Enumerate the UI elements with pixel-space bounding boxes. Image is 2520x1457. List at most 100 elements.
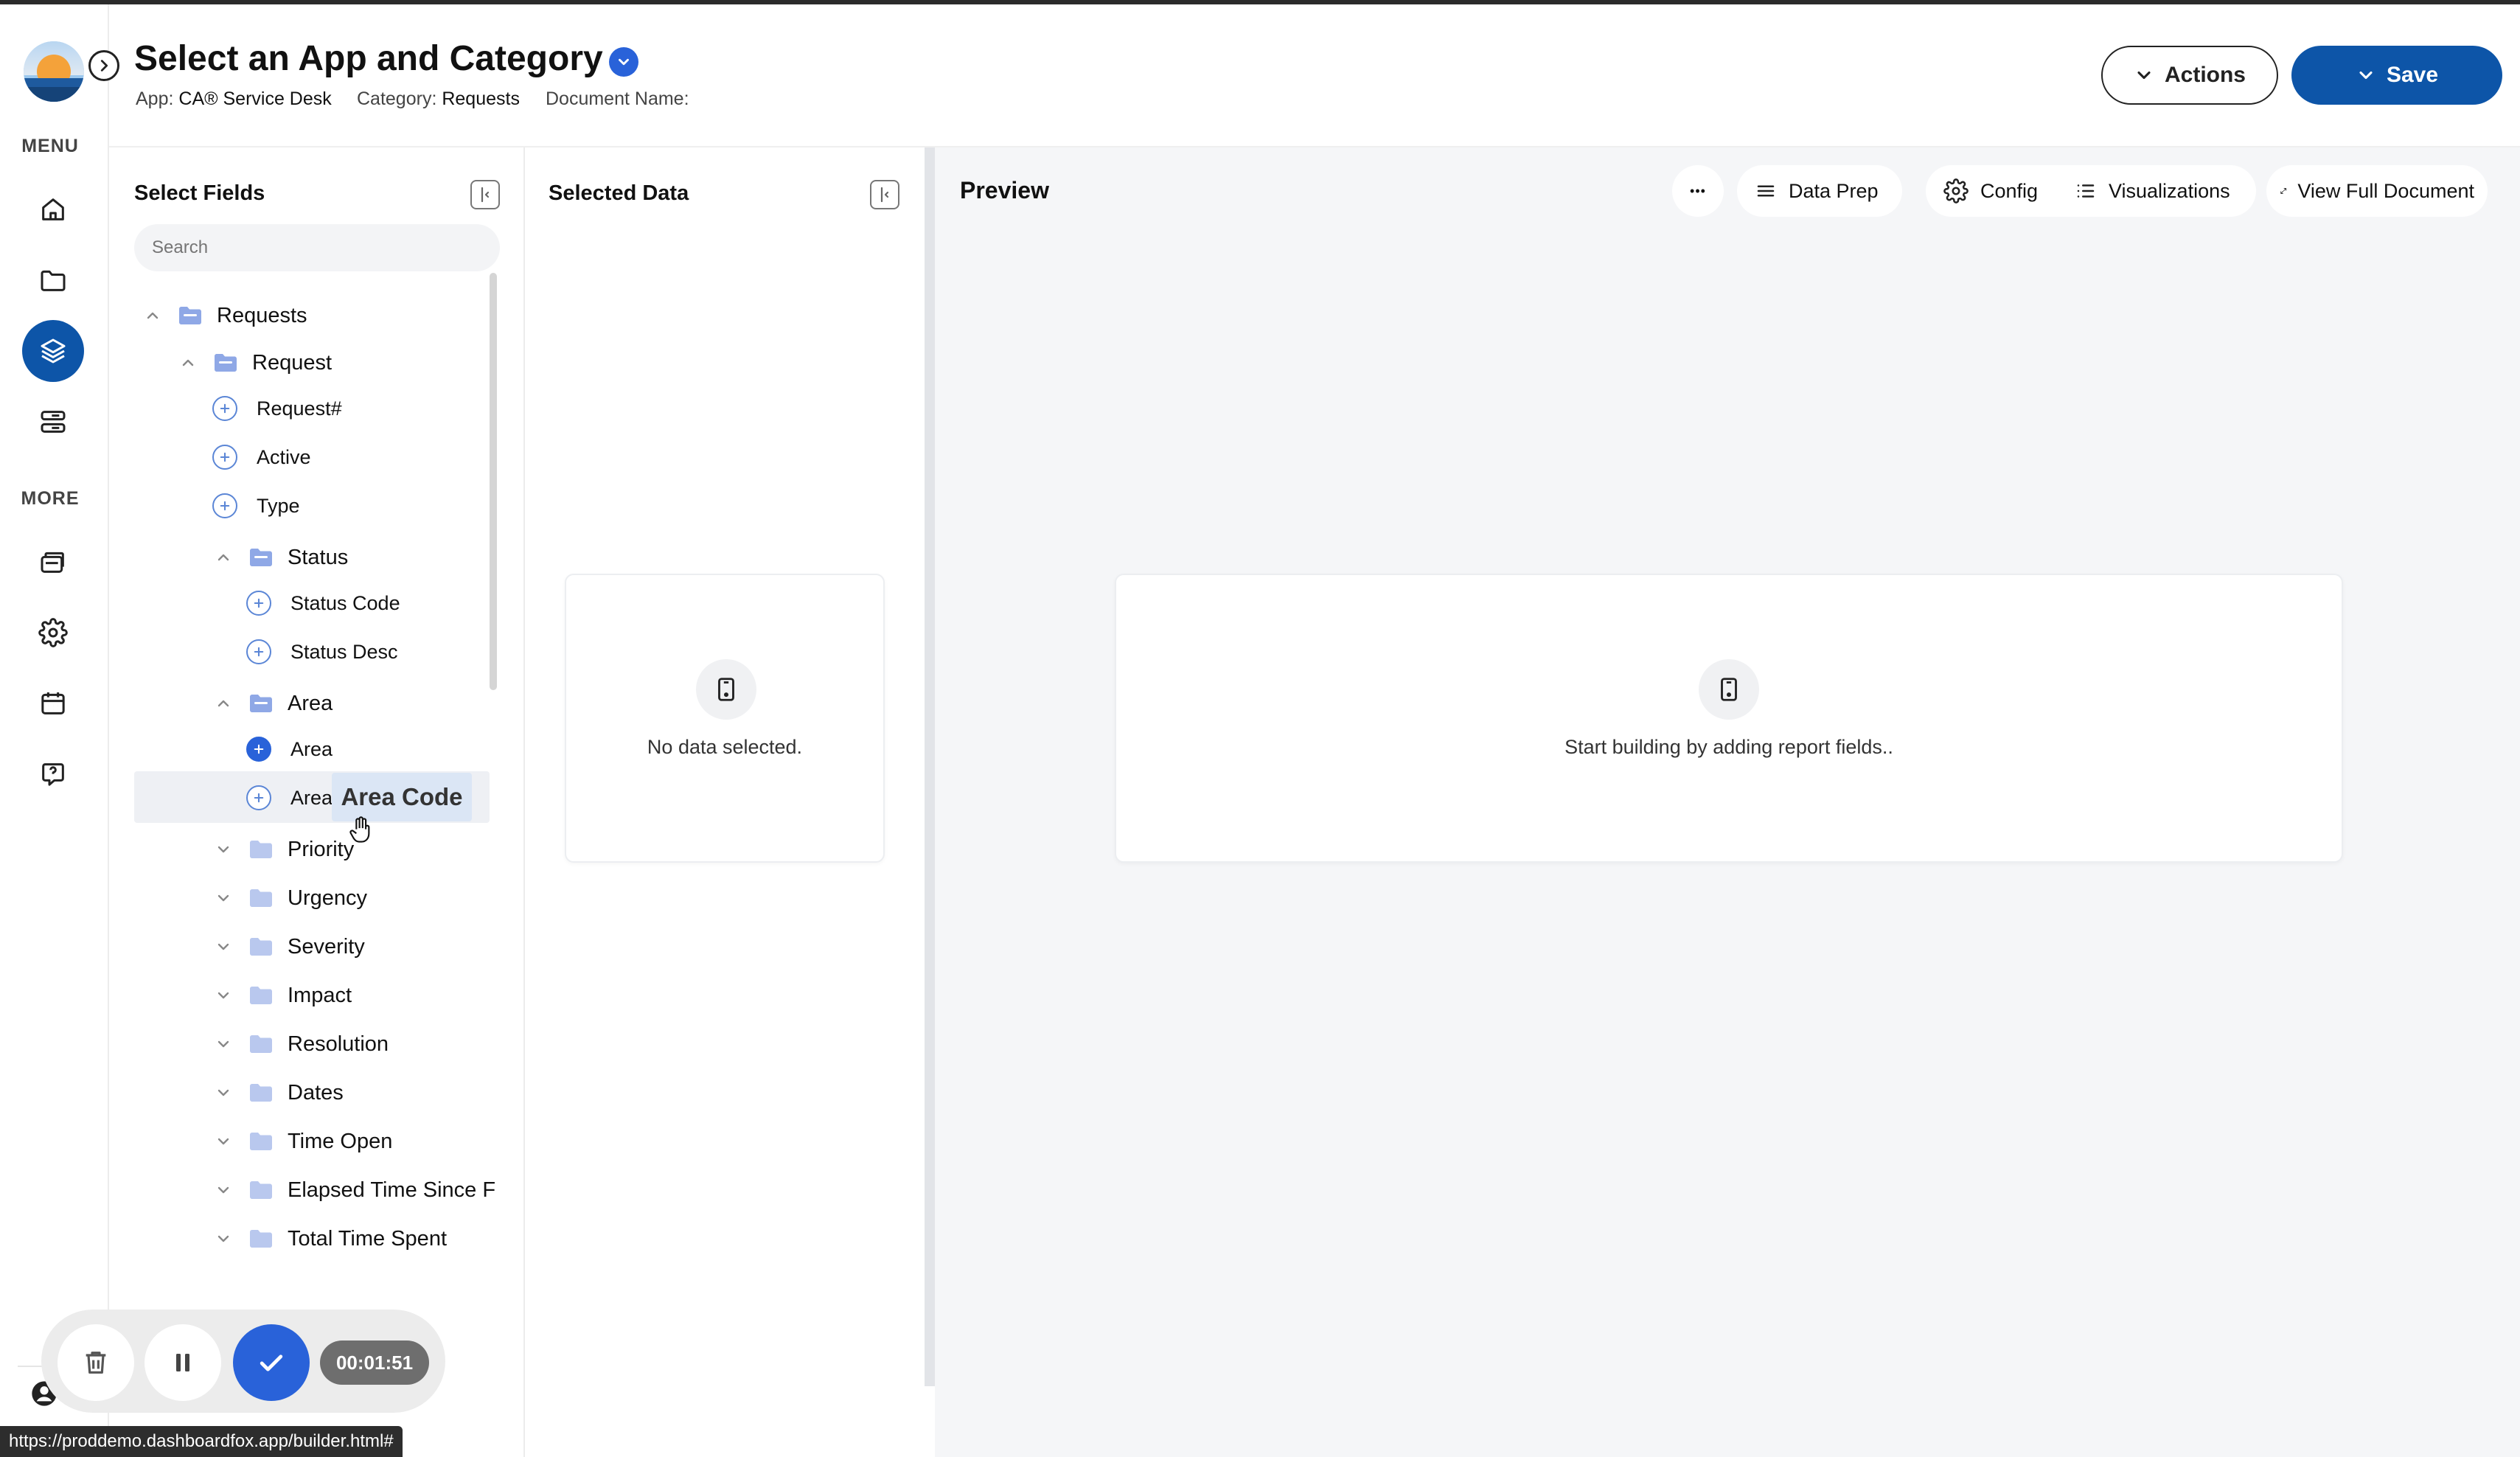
tree-item-label: Severity <box>288 934 365 959</box>
tree-folder-row[interactable]: Priority <box>214 827 354 872</box>
nav-home[interactable] <box>22 178 84 240</box>
tree-folder-row[interactable]: Requests <box>143 293 307 338</box>
preview-title: Preview <box>960 177 1049 204</box>
recorder-pause-button[interactable] <box>145 1324 221 1401</box>
grab-cursor-icon <box>349 816 370 843</box>
tree-folder-row[interactable]: Request <box>178 341 332 385</box>
collapse-select-fields-button[interactable] <box>470 180 500 209</box>
device-icon <box>718 678 734 701</box>
chevron-down-icon[interactable] <box>214 1034 233 1054</box>
nav-dashboards[interactable] <box>22 531 84 593</box>
tree-field-row[interactable]: Status Desc <box>246 630 398 674</box>
gear-icon <box>1943 178 1969 204</box>
meta-app: App: CA® Service Desk <box>136 88 332 110</box>
view-full-document-button[interactable]: View Full Document <box>2266 165 2488 217</box>
trash-icon <box>86 1352 106 1374</box>
chevron-down-icon[interactable] <box>214 1180 233 1200</box>
nav-schedules[interactable] <box>22 672 84 734</box>
nav-settings[interactable] <box>22 602 84 664</box>
add-field-icon[interactable] <box>246 785 271 810</box>
collapse-selected-data-button[interactable] <box>870 180 899 209</box>
panel-resize-handle[interactable] <box>925 147 935 1386</box>
chevron-right-icon <box>100 60 108 72</box>
tree-field-row[interactable]: Status Code <box>246 581 400 625</box>
chevron-down-icon[interactable] <box>214 937 233 956</box>
tree-field-row[interactable]: Active <box>212 435 311 479</box>
tree-item-label: Active <box>257 445 311 468</box>
empty-state-icon-wrapper <box>696 659 756 720</box>
list-icon <box>2077 184 2095 198</box>
tree-folder-row[interactable]: Total Time Spent <box>214 1217 447 1261</box>
chevron-up-icon[interactable] <box>214 694 233 713</box>
save-button[interactable]: Save <box>2291 46 2502 105</box>
expand-arrows-icon <box>2280 188 2287 194</box>
drag-preview: Area Code <box>332 773 472 821</box>
tree-item-label: Status <box>288 545 349 569</box>
app-logo[interactable] <box>24 41 84 102</box>
tree-field-row[interactable]: Type <box>212 484 300 528</box>
meta-app-value: CA® Service Desk <box>178 88 332 109</box>
chevron-down-icon[interactable] <box>214 1132 233 1151</box>
actions-button[interactable]: Actions <box>2101 46 2278 105</box>
tree-item-label: Urgency <box>288 886 367 910</box>
tree-item-label: Time Open <box>288 1129 393 1153</box>
chevron-down-icon[interactable] <box>214 986 233 1005</box>
add-field-icon[interactable] <box>246 591 271 616</box>
tree-folder-row[interactable]: Elapsed Time Since F <box>214 1168 495 1212</box>
fields-scrollbar[interactable] <box>490 273 497 690</box>
tree-item-label: Request# <box>257 397 342 420</box>
add-field-icon[interactable] <box>212 445 237 470</box>
nav-help[interactable] <box>22 743 84 805</box>
database-icon <box>41 411 66 433</box>
chevron-down-icon[interactable] <box>214 1229 233 1248</box>
folder-icon <box>249 1132 273 1151</box>
tree-folder-row[interactable]: Dates <box>214 1071 344 1115</box>
tree-folder-row[interactable]: Status <box>214 535 348 580</box>
add-field-icon[interactable] <box>212 396 237 421</box>
tree-folder-row[interactable]: Severity <box>214 925 365 969</box>
add-field-icon[interactable] <box>246 639 271 664</box>
nav-data-sources[interactable] <box>22 391 84 453</box>
tree-item-label: Requests <box>217 303 307 327</box>
selected-data-empty-text: No data selected. <box>647 736 803 758</box>
folder-icon <box>249 889 273 908</box>
expand-rail-button[interactable] <box>88 50 119 81</box>
visualizations-button[interactable]: Visualizations <box>2057 165 2256 217</box>
chevron-down-icon[interactable] <box>214 889 233 908</box>
chevron-down-icon[interactable] <box>214 840 233 859</box>
menu-label: MENU <box>21 136 79 156</box>
chevron-up-icon[interactable] <box>178 353 198 372</box>
chevron-down-icon[interactable] <box>214 1083 233 1102</box>
config-button[interactable]: Config <box>1926 165 2057 217</box>
tree-field-row[interactable]: Request# <box>212 386 342 431</box>
preview-empty-text: Start building by adding report fields.. <box>1564 736 1893 758</box>
tree-field-row[interactable]: Area <box>246 727 333 771</box>
recorder-finish-button[interactable] <box>233 1324 310 1401</box>
meta-category: Category: Requests <box>357 88 520 110</box>
tree-folder-row[interactable]: Area <box>214 681 333 726</box>
collapse-panel-icon <box>880 187 889 203</box>
empty-state-icon-wrapper <box>1699 659 1759 720</box>
folder-icon <box>41 270 66 291</box>
title-dropdown-button[interactable] <box>609 47 638 77</box>
nav-builder[interactable] <box>22 320 84 382</box>
tree-folder-row[interactable]: Urgency <box>214 876 367 920</box>
chevron-up-icon[interactable] <box>143 306 162 325</box>
app-window: MENU MORE Select an App and Category App… <box>0 0 2520 1457</box>
data-prep-button[interactable]: Data Prep <box>1737 165 1902 217</box>
tree-item-label: Status Code <box>290 591 400 614</box>
folder-icon <box>249 548 273 567</box>
tree-item-label: Elapsed Time Since F <box>288 1178 496 1202</box>
chevron-up-icon[interactable] <box>214 548 233 567</box>
add-field-icon[interactable] <box>246 737 271 762</box>
tree-folder-row[interactable]: Resolution <box>214 1022 389 1066</box>
tree-folder-row[interactable]: Time Open <box>214 1119 392 1164</box>
field-search-input[interactable] <box>134 224 500 271</box>
chevron-down-icon <box>2137 71 2151 80</box>
tree-folder-row[interactable]: Impact <box>214 973 352 1018</box>
help-icon <box>42 763 64 786</box>
add-field-icon[interactable] <box>212 493 237 518</box>
nav-folders[interactable] <box>22 249 84 311</box>
recorder-delete-button[interactable] <box>58 1324 134 1401</box>
more-options-button[interactable]: ••• <box>1672 165 1724 217</box>
